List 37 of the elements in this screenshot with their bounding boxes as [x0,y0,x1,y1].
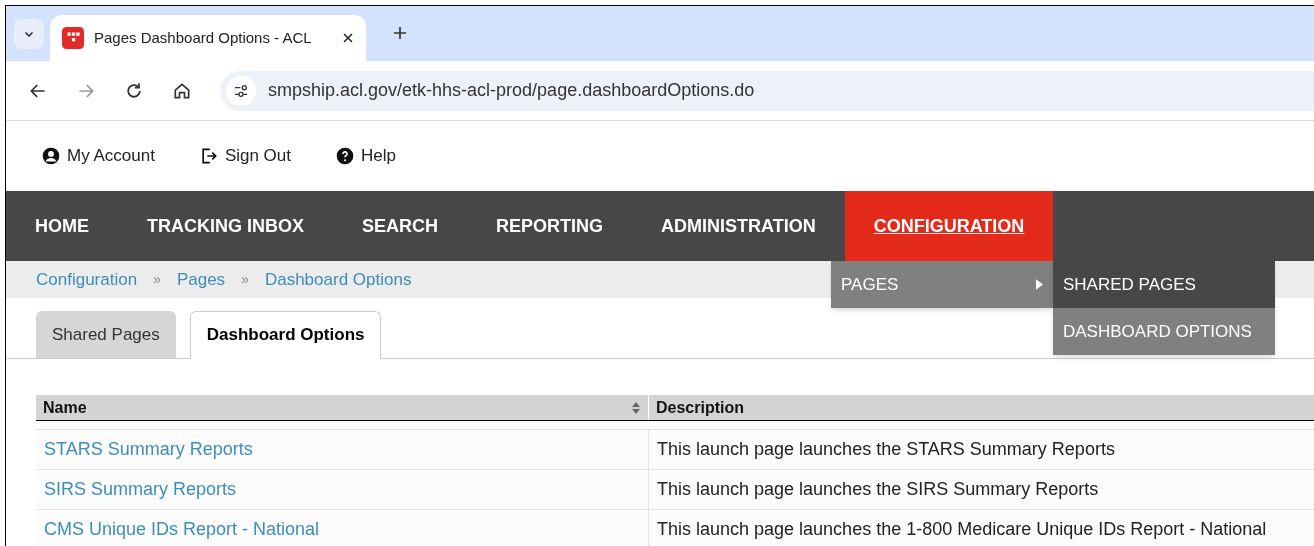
submenu-item[interactable]: DASHBOARD OPTIONS [1053,308,1275,355]
column-header[interactable]: Name [36,395,649,420]
user-icon [41,146,61,166]
submenu-arrow-icon [1036,279,1043,290]
description-cell-text: This launch page launches the STARS Summary Reports [657,438,1115,461]
nav-item[interactable]: SEARCH [333,191,467,261]
nav-item[interactable]: CONFIGURATION [844,191,1054,261]
top-link[interactable]: My Account [41,143,155,169]
page-tab[interactable]: Dashboard Options [189,311,382,359]
menu-item[interactable]: PAGES [831,261,1053,308]
url-text: smpship.acl.gov/etk-hhs-acl-prod/page.dashboardOptions.do [268,79,755,102]
nav-item[interactable]: TRACKING INBOX [118,191,333,261]
top-link[interactable]: Help [335,143,396,169]
new-tab-icon [392,25,408,41]
submenu-item[interactable]: SHARED PAGES [1053,261,1275,308]
description-cell-text: This launch page launches the 1-800 Medicare Unique IDs Report - National [657,518,1267,541]
address-bar[interactable]: smpship.acl.gov/etk-hhs-acl-prod/page.dashboardOptions.do [220,70,1314,111]
help-icon [335,146,356,166]
sort-icon [631,400,641,415]
browser-tab[interactable]: Pages Dashboard Options - ACL [50,15,366,61]
description-cell-text: This launch page launches the SIRS Summary Reports [657,478,1099,501]
top-link[interactable]: Sign Out [198,143,292,169]
breadcrumb-separator: » [153,270,161,289]
page-name-link[interactable]: STARS Summary Reports [44,436,253,463]
column-header[interactable]: Description [649,395,1314,420]
page-name-link[interactable]: CMS Unique IDs Report - National [44,516,320,543]
site-logo-icon [62,27,84,49]
page-tab[interactable]: Shared Pages [36,311,176,358]
tab-title: Pages Dashboard Options - ACL [94,27,313,48]
nav-item[interactable]: ADMINISTRATION [632,191,845,261]
tab-list-button[interactable] [14,19,44,49]
nav-item[interactable]: HOME [6,191,118,261]
nav-item[interactable]: REPORTING [467,191,633,261]
close-icon [342,32,354,44]
breadcrumb-separator: » [241,270,249,289]
site-settings-icon [233,82,249,99]
page-name-link[interactable]: SIRS Summary Reports [44,476,237,503]
